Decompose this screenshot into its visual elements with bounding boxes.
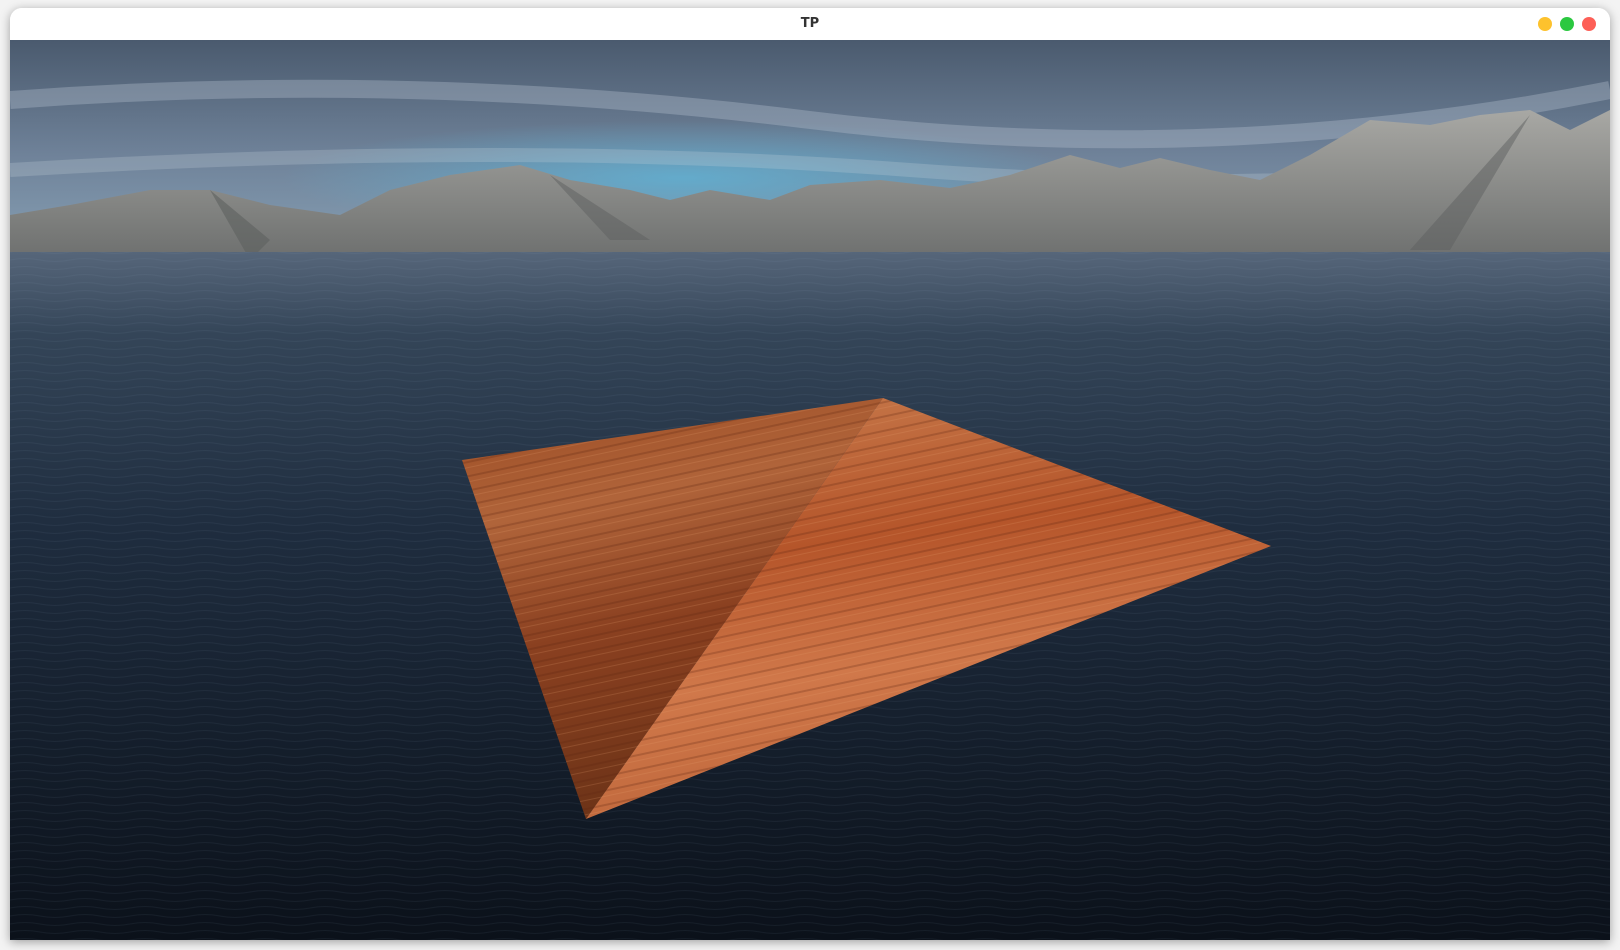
scene-canvas bbox=[10, 40, 1610, 940]
app-window: TP bbox=[10, 8, 1610, 940]
3d-viewport[interactable] bbox=[10, 40, 1610, 940]
minimize-button[interactable] bbox=[1538, 17, 1552, 31]
title-bar[interactable]: TP bbox=[10, 8, 1610, 40]
window-title: TP bbox=[800, 16, 820, 31]
close-button[interactable] bbox=[1582, 17, 1596, 31]
maximize-button[interactable] bbox=[1560, 17, 1574, 31]
